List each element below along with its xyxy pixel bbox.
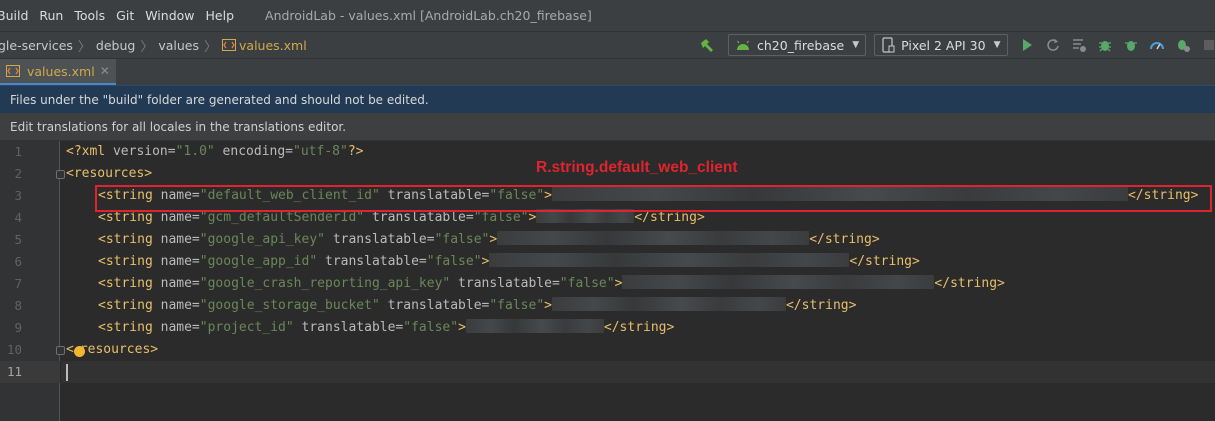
menu-window[interactable]: Window (145, 8, 194, 23)
hammer-icon[interactable] (696, 34, 718, 56)
menu-build[interactable]: Build (0, 8, 28, 23)
line-number: 10 (6, 342, 22, 357)
main-toolbar: ch20_firebase ▼ Pixel 2 API 30 ▼ (696, 32, 1215, 58)
device-label: Pixel 2 API 30 (901, 37, 986, 53)
breadcrumb-separator: 〉 (140, 39, 154, 55)
breadcrumb-separator: 〉 (204, 39, 218, 55)
current-line-highlight (61, 361, 1215, 383)
device-icon (882, 37, 895, 53)
tab-label: values.xml (27, 63, 95, 79)
xml-file-icon (6, 65, 20, 77)
navigation-bar: gle-services 〉 debug 〉 values 〉 values.x… (0, 31, 1215, 58)
android-icon (737, 40, 749, 50)
redacted-value (497, 231, 810, 245)
banner-text: Files under the "build" folder are gener… (10, 92, 429, 107)
run-config-label: ch20_firebase (757, 37, 845, 53)
breadcrumb-file[interactable]: values.xml (239, 38, 307, 53)
line-number: 8 (14, 298, 22, 313)
editor-tab-bar: values.xml ✕ (0, 58, 1215, 86)
breadcrumb-debug[interactable]: debug (96, 38, 135, 53)
fold-marker[interactable] (56, 346, 65, 355)
line-number: 7 (14, 276, 22, 291)
attach-debugger-icon[interactable] (1120, 34, 1142, 56)
menu-git[interactable]: Git (116, 8, 134, 23)
code-line-9: <string name="project_id" translatable="… (98, 319, 675, 335)
generated-files-banner: Files under the "build" folder are gener… (0, 85, 1215, 113)
menu-bar: Build Run Tools Git Window Help AndroidL… (0, 0, 1215, 31)
stop-icon[interactable] (1198, 34, 1215, 56)
code-line-2: <resources> (66, 166, 153, 181)
text-caret (66, 364, 68, 381)
xml-file-icon (222, 39, 237, 51)
menu-help[interactable]: Help (206, 8, 235, 23)
chevron-down-icon: ▼ (852, 40, 860, 50)
lightbulb-icon[interactable] (74, 346, 85, 357)
line-number: 2 (14, 166, 22, 181)
breadcrumb-separator: 〉 (77, 39, 91, 55)
tab-values-xml[interactable]: values.xml ✕ (0, 59, 116, 86)
redacted-value (622, 275, 935, 289)
line-number: 4 (14, 210, 22, 225)
device-select[interactable]: Pixel 2 API 30 ▼ (874, 34, 1008, 56)
breadcrumb-values[interactable]: values (158, 38, 199, 53)
code-line-5: <string name="google_api_key" translatab… (98, 231, 880, 247)
apply-changes-icon[interactable] (1042, 34, 1064, 56)
menu-run[interactable]: Run (39, 8, 63, 23)
line-number: 1 (14, 144, 22, 159)
apply-code-changes-icon[interactable] (1068, 34, 1090, 56)
fold-marker[interactable] (56, 170, 65, 179)
redacted-value (489, 253, 850, 267)
line-number: 3 (14, 188, 22, 203)
window-title: AndroidLab - values.xml [AndroidLab.ch20… (265, 8, 592, 23)
code-editor[interactable]: 1 2 3 4 5 6 7 8 9 10 11 <?xml version="1… (0, 141, 1215, 421)
line-number: 9 (14, 320, 22, 335)
breadcrumb-google-services[interactable]: gle-services (0, 38, 73, 53)
banner-text: Edit translations for all locales in the… (10, 119, 347, 134)
chevron-down-icon: ▼ (993, 40, 1001, 50)
redacted-value (551, 297, 786, 311)
close-icon[interactable]: ✕ (100, 64, 110, 78)
code-line-6: <string name="google_app_id" translatabl… (98, 253, 920, 269)
menu-tools[interactable]: Tools (74, 8, 105, 23)
bug-icon[interactable] (1094, 34, 1116, 56)
debug-gear-icon[interactable] (1172, 34, 1194, 56)
highlight-box (95, 185, 1212, 212)
run-config-select[interactable]: ch20_firebase ▼ (728, 34, 867, 56)
line-number: 6 (14, 254, 22, 269)
code-line-1: <?xml version="1.0" encoding="utf-8"?> (66, 144, 364, 159)
translations-banner: Edit translations for all locales in the… (0, 113, 1215, 141)
profiler-icon[interactable] (1146, 34, 1168, 56)
code-line-7: <string name="google_crash_reporting_api… (98, 275, 1005, 291)
line-number: 11 (6, 364, 22, 379)
annotation-label: R.string.default_web_client (536, 159, 738, 176)
line-number: 5 (14, 232, 22, 247)
code-line-8: <string name="google_storage_bucket" tra… (98, 297, 857, 313)
redacted-value (465, 319, 604, 333)
play-icon[interactable] (1016, 34, 1038, 56)
